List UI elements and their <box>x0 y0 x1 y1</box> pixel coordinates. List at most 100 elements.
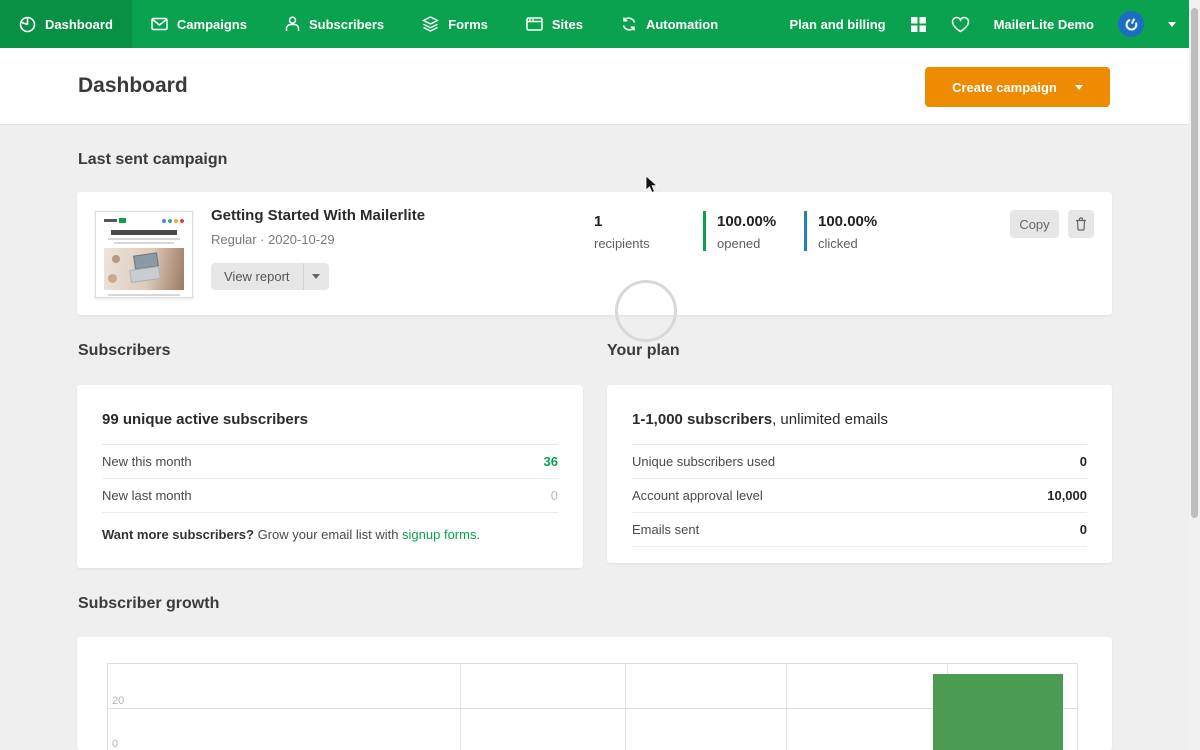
stat-recipients: 1 recipients <box>594 211 682 251</box>
nav-right-group: Plan and billing MailerLite Demo <box>790 0 1176 48</box>
gridline-v <box>786 664 787 750</box>
section-title-subscriber-growth: Subscriber growth <box>78 595 220 612</box>
row-value: 0 <box>1079 454 1087 469</box>
sync-icon <box>622 17 636 31</box>
row-label: New last month <box>102 488 192 503</box>
page-title: Dashboard <box>78 74 188 97</box>
layers-icon <box>422 16 440 32</box>
thumb-text-line <box>108 294 180 296</box>
stat-label: recipients <box>594 235 650 251</box>
create-campaign-button[interactable]: Create campaign <box>925 67 1110 107</box>
browser-icon <box>526 17 543 31</box>
dashboard-icon <box>19 16 36 32</box>
nav-item-dashboard[interactable]: Dashboard <box>0 0 132 48</box>
top-nav: Dashboard Campaigns Subscribers Forms Si… <box>0 0 1200 48</box>
create-campaign-label: Create campaign <box>952 79 1057 95</box>
power-icon <box>1125 17 1137 30</box>
nav-item-forms[interactable]: Forms <box>403 0 507 48</box>
plan-headline-bold: 1-1,000 subscribers <box>632 411 773 428</box>
account-avatar[interactable] <box>1118 11 1144 37</box>
thumb-text-line <box>108 238 180 240</box>
footer-bold-text: Want more subscribers? <box>102 527 254 542</box>
row-value: 0 <box>1079 522 1087 537</box>
gridline-h-20 <box>108 708 1077 709</box>
scrollbar-track[interactable] <box>1189 0 1200 750</box>
row-label: Unique subscribers used <box>632 454 776 469</box>
nav-item-campaigns[interactable]: Campaigns <box>132 0 266 48</box>
envelope-icon <box>151 17 168 31</box>
mailerlite-dashboard: Dashboard Campaigns Subscribers Forms Si… <box>0 0 1200 750</box>
apps-grid-icon[interactable] <box>910 16 927 33</box>
section-title-subscribers: Subscribers <box>78 342 171 359</box>
create-campaign-caret-icon <box>1074 84 1083 90</box>
mouse-cursor <box>645 175 658 194</box>
row-account-approval-level: Account approval level 10,000 <box>632 479 1087 513</box>
campaign-meta: Regular · 2020-10-29 <box>211 232 335 247</box>
campaign-thumbnail[interactable] <box>95 211 193 298</box>
row-unique-subscribers-used: Unique subscribers used 0 <box>632 445 1087 479</box>
campaign-title[interactable]: Getting Started With Mailerlite <box>211 207 425 224</box>
delete-button[interactable] <box>1068 210 1094 238</box>
growth-bar[interactable] <box>933 673 1063 750</box>
row-value: 0 <box>550 488 558 503</box>
subscribers-headline: 99 unique active subscribers <box>102 405 558 445</box>
stat-clicked: 100.00% clicked <box>804 211 892 251</box>
y-tick-20: 20 <box>112 695 125 707</box>
nav-label: Sites <box>551 16 583 32</box>
growth-chart: 20 0 <box>107 663 1078 750</box>
row-emails-sent: Emails sent 0 <box>632 513 1087 547</box>
copy-button[interactable]: Copy <box>1010 210 1059 238</box>
nav-item-automation[interactable]: Automation <box>602 0 737 48</box>
nav-item-plan-and-billing[interactable]: Plan and billing <box>790 17 886 32</box>
view-report-button[interactable]: View report <box>211 263 329 290</box>
stat-label: clicked <box>818 235 858 251</box>
section-title-last-sent: Last sent campaign <box>78 151 228 168</box>
subscribers-card: 99 unique active subscribers New this mo… <box>77 385 583 568</box>
view-report-dropdown[interactable] <box>304 263 329 290</box>
stat-value: 100.00% <box>818 213 878 230</box>
signup-forms-link[interactable]: signup forms <box>402 527 476 542</box>
trash-icon <box>1076 217 1086 231</box>
nav-label: Dashboard <box>45 16 113 32</box>
nav-item-sites[interactable]: Sites <box>507 0 602 48</box>
thumb-photo <box>104 248 184 290</box>
row-value: 10,000 <box>1047 488 1087 503</box>
plan-headline-rest: , unlimited emails <box>772 411 888 428</box>
subscribers-headline-text: 99 unique active subscribers <box>102 411 308 428</box>
gridline-v <box>625 664 626 750</box>
account-menu-caret-icon[interactable] <box>1168 21 1176 27</box>
last-sent-campaign-card: Getting Started With Mailerlite Regular … <box>77 192 1112 315</box>
section-title-your-plan: Your plan <box>607 342 680 359</box>
stat-value: 100.00% <box>717 213 777 230</box>
stat-opened: 100.00% opened <box>703 211 791 251</box>
view-report-caret-icon <box>312 274 321 279</box>
thumb-text-line <box>114 242 174 244</box>
row-label: Account approval level <box>632 488 763 503</box>
row-new-last-month: New last month 0 <box>102 479 558 513</box>
thumb-title-bar <box>111 230 177 235</box>
nav-label: Automation <box>645 16 719 32</box>
row-new-this-month: New this month 36 <box>102 445 558 479</box>
stat-value: 1 <box>594 213 603 230</box>
row-value: 36 <box>543 454 558 469</box>
thumb-logo <box>104 218 126 223</box>
row-label: New this month <box>102 454 192 469</box>
view-report-label[interactable]: View report <box>211 263 304 290</box>
row-label: Emails sent <box>632 522 700 537</box>
footer-period: . <box>476 527 481 542</box>
thumb-share-icons <box>162 218 184 223</box>
subscribers-footer: Want more subscribers? Grow your email l… <box>102 513 558 542</box>
heart-icon[interactable] <box>951 16 970 33</box>
your-plan-card: 1-1,000 subscribers, unlimited emails Un… <box>607 385 1112 563</box>
account-name[interactable]: MailerLite Demo <box>994 17 1094 32</box>
subscriber-growth-card: 20 0 <box>77 637 1112 750</box>
nav-label: Subscribers <box>308 16 385 32</box>
person-icon <box>285 16 300 31</box>
y-tick-0: 0 <box>112 738 119 750</box>
thumb-header <box>104 218 184 223</box>
nav-item-subscribers[interactable]: Subscribers <box>266 0 403 48</box>
loading-spinner <box>615 280 677 342</box>
scrollbar-thumb[interactable] <box>1191 8 1198 518</box>
plan-headline: 1-1,000 subscribers, unlimited emails <box>632 405 1087 445</box>
nav-label: Forms <box>448 16 488 32</box>
